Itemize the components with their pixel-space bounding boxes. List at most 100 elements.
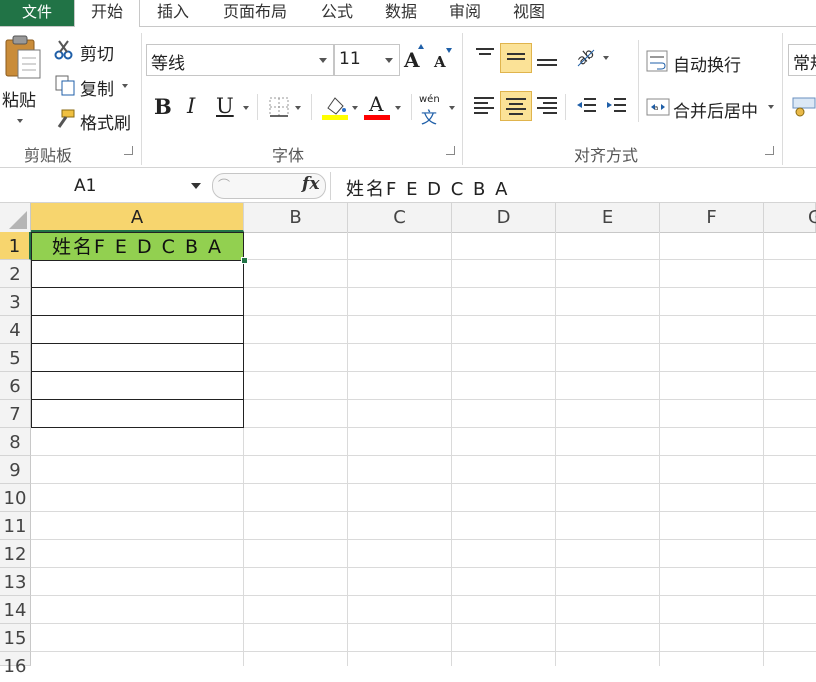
group-divider	[782, 33, 783, 165]
formula-controls: ⌒ fx	[212, 172, 328, 200]
font-name-value: 等线	[151, 54, 185, 74]
chevron-down-icon[interactable]	[191, 183, 201, 189]
tab-formulas[interactable]: 公式	[314, 0, 360, 26]
shrink-font-button[interactable]: A	[434, 53, 446, 71]
column-header-a[interactable]: A	[31, 203, 244, 232]
row-header-2[interactable]: 2	[0, 260, 31, 288]
merge-dropdown-icon[interactable]	[768, 105, 774, 109]
name-box[interactable]: A1	[0, 172, 210, 200]
decrease-indent-icon[interactable]	[576, 96, 598, 116]
tab-review[interactable]: 审阅	[442, 0, 488, 26]
gridline	[451, 232, 452, 666]
row-header-6[interactable]: 6	[0, 372, 31, 400]
fill-color-icon[interactable]	[322, 94, 348, 120]
row-header-1[interactable]: 1	[0, 232, 31, 260]
row-header-8[interactable]: 8	[0, 428, 31, 456]
column-header-d[interactable]: D	[452, 203, 556, 232]
borders-dropdown-icon[interactable]	[295, 106, 301, 110]
paste-button[interactable]	[2, 34, 42, 82]
underline-button[interactable]: U	[216, 94, 234, 118]
increase-indent-icon[interactable]	[606, 96, 628, 116]
select-all-button[interactable]	[0, 203, 31, 232]
row-header-5[interactable]: 5	[0, 344, 31, 372]
cell-a5[interactable]	[31, 344, 244, 372]
cell-a3[interactable]	[31, 288, 244, 316]
number-format-combo[interactable]: 常规	[788, 44, 816, 76]
font-color-dropdown-icon[interactable]	[395, 106, 401, 110]
accounting-format-icon[interactable]	[792, 94, 816, 118]
italic-button[interactable]: I	[187, 94, 195, 118]
row-header-9[interactable]: 9	[0, 456, 31, 484]
format-painter-button[interactable]: 格式刷	[80, 109, 131, 134]
copy-dropdown-icon[interactable]	[122, 84, 128, 88]
tab-home[interactable]: 开始	[74, 0, 140, 27]
gridline	[31, 511, 816, 512]
align-right-icon[interactable]	[537, 97, 557, 117]
group-divider	[462, 33, 463, 165]
cut-icon	[54, 40, 74, 60]
column-header-b[interactable]: B	[244, 203, 348, 232]
tab-view[interactable]: 视图	[506, 0, 552, 26]
cell-a4[interactable]	[31, 316, 244, 344]
row-header-13[interactable]: 13	[0, 568, 31, 596]
align-left-icon[interactable]	[474, 97, 494, 117]
row-header-10[interactable]: 10	[0, 484, 31, 512]
wrap-text-button[interactable]: 自动换行	[673, 51, 741, 76]
phonetic-guide-button[interactable]: 文	[421, 104, 437, 128]
phonetic-dropdown-icon[interactable]	[449, 106, 455, 110]
insert-function-button[interactable]: fx	[302, 174, 319, 194]
font-size-combo[interactable]: 11	[334, 44, 400, 76]
clipboard-launcher-icon[interactable]	[124, 146, 133, 155]
align-bottom-icon[interactable]	[537, 59, 557, 69]
font-name-combo[interactable]: 等线	[146, 44, 334, 76]
gridline	[763, 232, 764, 666]
align-middle-button[interactable]	[500, 43, 532, 73]
borders-icon[interactable]	[268, 96, 290, 118]
row-header-4[interactable]: 4	[0, 316, 31, 344]
grow-arrow-icon	[418, 44, 424, 49]
tab-insert[interactable]: 插入	[150, 0, 196, 26]
row-header-16[interactable]: 16	[0, 652, 31, 677]
cell-a2[interactable]	[31, 260, 244, 288]
orientation-icon[interactable]: ab	[574, 44, 600, 69]
alignment-launcher-icon[interactable]	[765, 146, 774, 155]
row-header-7[interactable]: 7	[0, 400, 31, 428]
formula-input[interactable]: 姓名F E D C B A	[330, 172, 816, 200]
font-size-value: 11	[339, 49, 361, 69]
tab-file[interactable]: 文件	[0, 0, 74, 26]
underline-dropdown-icon[interactable]	[243, 106, 249, 110]
font-launcher-icon[interactable]	[446, 146, 455, 155]
cell-a6[interactable]	[31, 372, 244, 400]
orientation-dropdown-icon[interactable]	[603, 56, 609, 60]
paste-dropdown-icon[interactable]	[17, 119, 23, 123]
align-top-icon[interactable]	[476, 48, 494, 58]
row-header-3[interactable]: 3	[0, 288, 31, 316]
row-header-15[interactable]: 15	[0, 624, 31, 652]
divider	[565, 94, 566, 120]
copy-button[interactable]: 复制	[80, 75, 114, 100]
cut-button[interactable]: 剪切	[80, 40, 114, 65]
column-header-c[interactable]: C	[348, 203, 452, 232]
gridline	[31, 567, 816, 568]
fill-handle[interactable]	[241, 257, 248, 264]
tab-data[interactable]: 数据	[378, 0, 424, 26]
bold-button[interactable]: B	[154, 94, 172, 119]
tab-page-layout[interactable]: 页面布局	[212, 0, 298, 26]
align-center-button[interactable]	[500, 91, 532, 121]
column-header-f[interactable]: F	[660, 203, 764, 232]
fill-color-dropdown-icon[interactable]	[352, 106, 358, 110]
row-header-11[interactable]: 11	[0, 512, 31, 540]
row-header-12[interactable]: 12	[0, 540, 31, 568]
cell-a1[interactable]: 姓名F E D C B A	[31, 232, 244, 261]
paste-label[interactable]: 粘贴	[2, 86, 36, 111]
font-color-button[interactable]: A	[369, 92, 383, 116]
grow-font-button[interactable]: A	[404, 48, 420, 72]
column-header-e[interactable]: E	[556, 203, 660, 232]
cell-a7[interactable]	[31, 400, 244, 428]
gridline	[31, 623, 816, 624]
row-header-14[interactable]: 14	[0, 596, 31, 624]
merge-center-button[interactable]: 合并后居中	[673, 97, 758, 122]
column-header-g[interactable]: G	[764, 203, 816, 232]
align-center-icon	[506, 98, 526, 118]
svg-text:ab: ab	[574, 45, 598, 68]
